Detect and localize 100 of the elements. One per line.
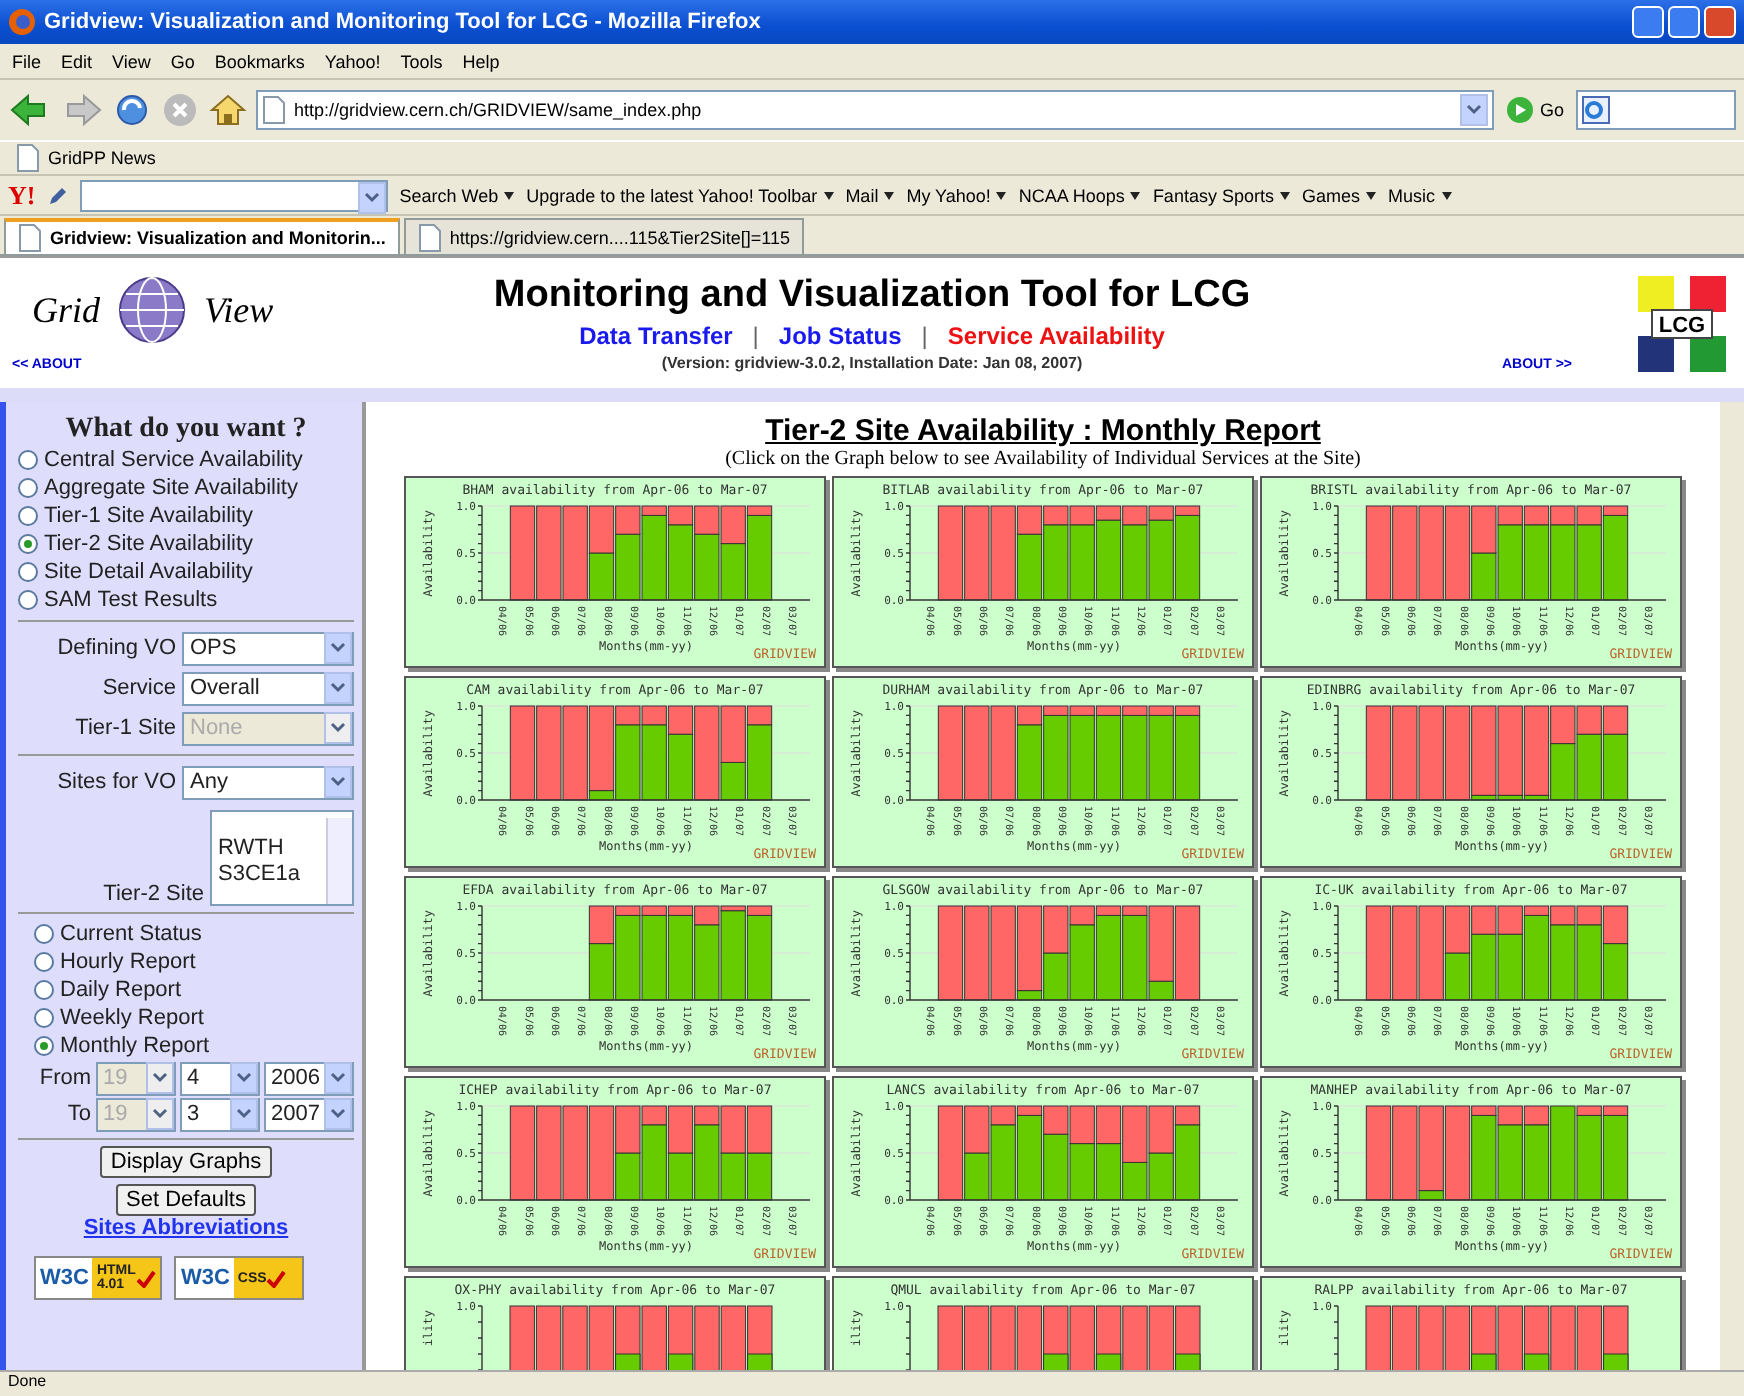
page-icon [417, 223, 442, 251]
menu-item[interactable]: Bookmarks [214, 51, 305, 71]
radio-option[interactable]: Hourly Report [34, 948, 354, 976]
toolbar-button[interactable]: NCAA Hoops [1018, 185, 1141, 205]
search-field[interactable] [1576, 90, 1736, 130]
close-button[interactable] [1704, 6, 1736, 38]
radio-button[interactable] [18, 590, 38, 610]
select-value: Overall [190, 676, 260, 700]
logo-text: View [204, 289, 274, 331]
radio-button[interactable] [18, 450, 38, 470]
select-value: 19 [103, 1102, 128, 1126]
browser-tab[interactable]: https://gridview.cern....115&Tier2Site[]=115 [403, 218, 805, 254]
menu-item[interactable]: Edit [61, 51, 93, 71]
select-field[interactable]: Any [182, 765, 354, 799]
nav-link[interactable]: Service Availability [947, 322, 1165, 350]
form-button[interactable]: Set Defaults [116, 1184, 256, 1216]
report-title: Tier-2 Site Availability : Monthly Report [765, 414, 1321, 448]
radio-button[interactable] [18, 478, 38, 498]
menu-item[interactable]: Help [462, 51, 500, 71]
back-arrow-icon[interactable] [8, 90, 48, 130]
field-label: Defining VO [57, 636, 176, 660]
select-value: 2006 [271, 1066, 320, 1090]
menu-item[interactable]: Go [170, 51, 195, 71]
caret-icon [996, 191, 1007, 199]
toolbar-button[interactable]: Games [1301, 185, 1376, 205]
sidebar-heading: What do you want ? [63, 414, 309, 446]
radio-option[interactable]: Aggregate Site Availability [18, 474, 354, 502]
radio-button[interactable] [34, 952, 54, 972]
list-option[interactable]: S3CE1a [218, 862, 326, 886]
select-value: 4 [187, 1066, 200, 1090]
radio-button[interactable] [34, 1036, 54, 1056]
go-button[interactable]: Go [1501, 96, 1568, 124]
select-field[interactable]: Overall [182, 671, 354, 705]
toolbar-button[interactable]: Search Web [399, 185, 515, 205]
select-field[interactable]: OPS [182, 631, 354, 665]
version-text: (Version: gridview-3.0.2, Installation Date: Jan 08, 2007) [661, 354, 1083, 372]
nav-link[interactable]: Job Status [778, 322, 902, 350]
toolbar-button[interactable]: Music [1387, 185, 1451, 205]
bookmark-link[interactable]: GridPP News [16, 144, 156, 172]
radio-button[interactable] [18, 562, 38, 582]
select-field[interactable]: 2006 [263, 1061, 354, 1095]
radio-label: Tier-2 Site Availability [44, 532, 254, 556]
list-option[interactable]: RWTH [218, 836, 326, 860]
radio-option[interactable]: Monthly Report [34, 1032, 354, 1060]
menu-item[interactable]: File [12, 51, 42, 71]
caret-icon [330, 722, 346, 734]
caret-icon [151, 1072, 168, 1084]
select-field[interactable]: 4 [179, 1061, 260, 1095]
radio-button[interactable] [34, 924, 54, 944]
radio-button[interactable] [18, 534, 38, 554]
dropdown-button[interactable] [1459, 94, 1488, 126]
caret-icon [504, 191, 515, 199]
menu-item[interactable]: View [112, 51, 151, 71]
select-field[interactable]: 3 [179, 1097, 260, 1131]
select-field[interactable]: 2007 [263, 1097, 354, 1131]
toolbar-button[interactable]: Mail [845, 185, 895, 205]
page-title: Monitoring and Visualization Tool for LCG [493, 274, 1251, 318]
maximize-button[interactable] [1668, 6, 1700, 38]
menu-item[interactable]: Tools [400, 51, 443, 71]
url-text: http://gridview.cern.ch/GRIDVIEW/same_index.php [294, 100, 704, 120]
radio-option[interactable]: Daily Report [34, 976, 354, 1004]
scrollbar[interactable] [326, 818, 352, 904]
radio-option[interactable]: Tier-2 Site Availability [18, 530, 354, 558]
radio-option[interactable]: Site Detail Availability [18, 558, 354, 586]
radio-label: SAM Test Results [44, 588, 218, 612]
abbreviations-link[interactable]: Sites Abbreviations [18, 1216, 354, 1240]
radio-option[interactable]: SAM Test Results [18, 586, 354, 614]
radio-option[interactable]: Tier-1 Site Availability [18, 502, 354, 530]
check-mark-icon [136, 1269, 157, 1287]
yahoo-logo[interactable]: Y! [8, 179, 36, 211]
minimize-button[interactable] [1632, 6, 1664, 38]
field-label: Service [102, 676, 176, 700]
radio-option[interactable]: Current Status [34, 920, 354, 948]
toolbar-search-field[interactable] [79, 179, 388, 211]
caret-icon [151, 1108, 168, 1120]
home-icon[interactable] [208, 90, 248, 130]
w3c-logo: W3C [38, 1266, 91, 1290]
field-label: To [67, 1102, 92, 1126]
radio-option[interactable]: Weekly Report [34, 1004, 354, 1032]
caret-icon [235, 1072, 252, 1084]
toolbar-button[interactable]: My Yahoo! [906, 185, 1007, 205]
select-value: Any [190, 770, 228, 794]
radio-button[interactable] [34, 1008, 54, 1028]
radio-label: Hourly Report [60, 950, 196, 974]
form-button[interactable]: Display Graphs [100, 1146, 272, 1178]
site-list[interactable]: RWTH S3CE1a [210, 810, 354, 906]
dropdown-button[interactable] [357, 181, 386, 213]
address-bar[interactable]: http://gridview.cern.ch/GRIDVIEW/same_index.php [256, 90, 1494, 130]
nav-link[interactable]: Data Transfer [579, 322, 733, 350]
reload-icon[interactable] [112, 90, 152, 130]
radio-button[interactable] [34, 980, 54, 1000]
pencil-icon[interactable] [47, 185, 68, 205]
radio-button[interactable] [18, 506, 38, 526]
radio-option[interactable]: Central Service Availability [18, 446, 354, 474]
toolbar-button[interactable]: Fantasy Sports [1152, 185, 1290, 205]
radio-label: Tier-1 Site Availability [44, 504, 254, 528]
toolbar-button[interactable]: Upgrade to the latest Yahoo! Toolbar [526, 185, 834, 205]
radio-label: Monthly Report [60, 1034, 210, 1058]
menu-item[interactable]: Yahoo! [324, 51, 381, 71]
browser-tab[interactable]: Gridview: Visualization and Monitorin... [4, 218, 400, 254]
